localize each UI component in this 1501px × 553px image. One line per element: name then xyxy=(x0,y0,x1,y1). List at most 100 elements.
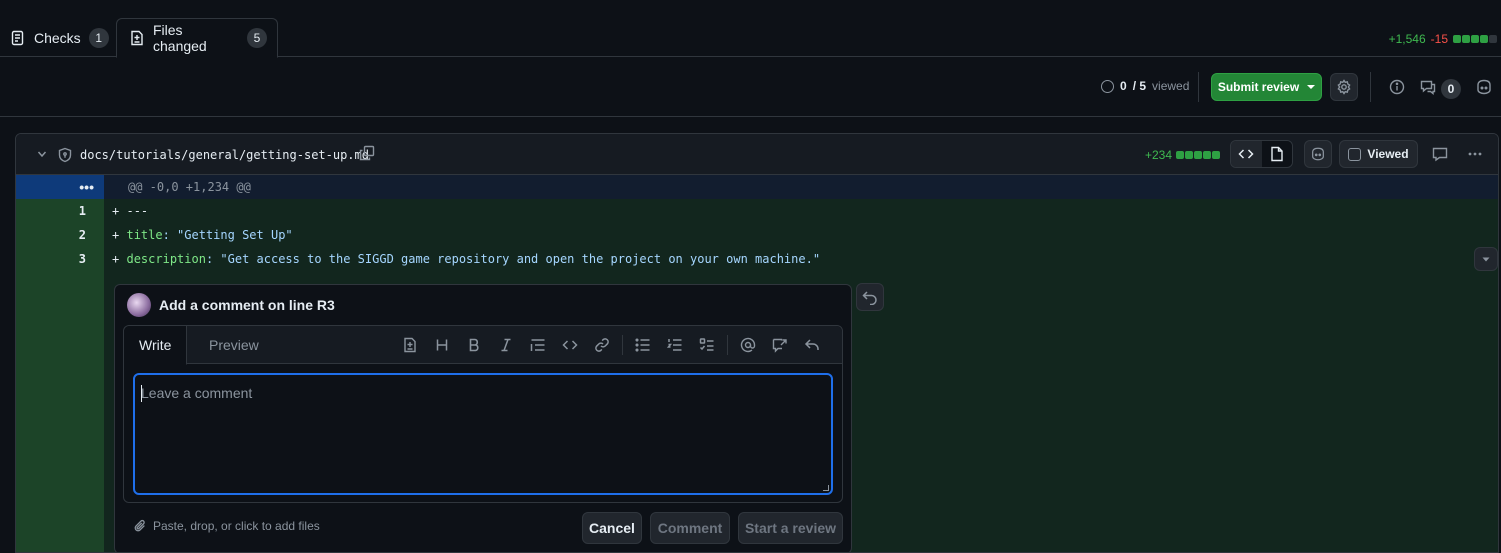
file-comment-button[interactable] xyxy=(1426,140,1454,168)
file-header: docs/tutorials/general/getting-set-up.md… xyxy=(16,134,1498,175)
collapse-file-button[interactable] xyxy=(28,140,56,168)
rich-view-button[interactable] xyxy=(1261,141,1292,167)
toolbar-divider xyxy=(727,335,728,355)
inline-comment-form: Add a comment on line R3 Write Preview L… xyxy=(114,284,852,552)
source-view-button[interactable] xyxy=(1231,141,1262,167)
code-icon[interactable] xyxy=(554,335,586,355)
paperclip-icon xyxy=(133,519,147,533)
progress-circle-icon xyxy=(1101,79,1114,93)
copilot-icon xyxy=(1310,146,1326,162)
files-toolbar: 0 / 5 viewed Submit review 0 xyxy=(0,57,1501,117)
editor-tabs: Write Preview xyxy=(124,326,842,365)
start-review-button[interactable]: Start a review xyxy=(738,512,843,544)
comment-placeholder: Leave a comment xyxy=(141,385,253,401)
copy-path-button[interactable] xyxy=(353,139,381,167)
line-sign: + xyxy=(112,204,120,218)
line-code: + --- xyxy=(112,204,148,218)
resize-handle[interactable] xyxy=(823,485,829,491)
yaml-key: title xyxy=(126,228,163,242)
line-number[interactable]: 3 xyxy=(16,247,104,271)
insert-file-icon[interactable] xyxy=(394,335,426,355)
chevron-down-icon xyxy=(36,148,48,160)
comment-icon xyxy=(1432,146,1448,162)
diff-line: 2 + title: "Getting Set Up" xyxy=(16,223,1498,247)
quote-icon[interactable] xyxy=(522,335,554,355)
tab-preview[interactable]: Preview xyxy=(194,326,274,364)
viewed-label: viewed xyxy=(1152,79,1190,93)
tab-files-changed[interactable]: Files changed 5 xyxy=(116,18,278,58)
file-icon xyxy=(1270,146,1284,162)
tab-files-changed-label: Files changed xyxy=(153,22,207,54)
file-menu-button[interactable] xyxy=(1461,140,1489,168)
cross-reference-icon[interactable] xyxy=(764,335,796,355)
tab-checks[interactable]: Checks 1 xyxy=(0,18,119,58)
settings-button[interactable] xyxy=(1330,73,1358,101)
submit-review-button[interactable]: Submit review xyxy=(1211,73,1322,101)
italic-icon[interactable] xyxy=(490,335,522,355)
tab-write[interactable]: Write xyxy=(124,326,188,365)
unordered-list-icon[interactable] xyxy=(627,335,659,355)
mention-icon[interactable] xyxy=(732,335,764,355)
line-sign: + xyxy=(112,252,120,266)
expand-hunk-button[interactable]: ••• xyxy=(16,175,104,199)
deletions-count: -15 xyxy=(1430,32,1448,46)
comment-textarea[interactable]: Leave a comment xyxy=(133,373,833,495)
diff-line: 1 + --- xyxy=(16,199,1498,223)
pr-tab-bar: Checks 1 Files changed 5 +1,546 -15 xyxy=(0,0,1501,58)
undo-icon xyxy=(862,289,878,305)
cancel-button[interactable]: Cancel xyxy=(582,512,642,544)
undo-comment-button[interactable] xyxy=(856,283,884,311)
copilot-button[interactable] xyxy=(1470,73,1498,101)
line-code: + title: "Getting Set Up" xyxy=(112,228,293,242)
line-number[interactable]: 1 xyxy=(16,199,104,223)
pr-diffstat: +1,546 -15 xyxy=(1389,32,1497,46)
line-text: --- xyxy=(126,204,149,218)
comments-count: 0 xyxy=(1441,79,1461,99)
copy-icon xyxy=(359,145,375,161)
mark-viewed-button[interactable]: Viewed xyxy=(1339,140,1418,168)
comment-editor: Write Preview Leave a comment xyxy=(123,325,843,503)
line-number[interactable]: 2 xyxy=(16,223,104,247)
comment-button[interactable]: Comment xyxy=(650,512,730,544)
viewed-button-label: Viewed xyxy=(1367,147,1409,161)
diffstat-blocks xyxy=(1453,35,1497,43)
file-path[interactable]: docs/tutorials/general/getting-set-up.md xyxy=(80,148,369,162)
comment-discussion-icon xyxy=(1420,79,1436,95)
diff-line: 3 + description: "Get access to the SIGG… xyxy=(16,247,1498,271)
tab-checks-count: 1 xyxy=(88,28,109,48)
copilot-file-button[interactable] xyxy=(1304,140,1332,168)
file-diff-panel: docs/tutorials/general/getting-set-up.md… xyxy=(15,133,1499,553)
tasklist-icon[interactable] xyxy=(691,335,723,355)
ordered-list-icon[interactable] xyxy=(659,335,691,355)
viewed-progress: 0 / 5 viewed xyxy=(1101,79,1189,93)
info-icon xyxy=(1389,79,1405,95)
link-icon[interactable] xyxy=(586,335,618,355)
reply-icon[interactable] xyxy=(796,335,828,355)
yaml-key: description xyxy=(126,252,206,266)
bold-icon[interactable] xyxy=(458,335,490,355)
attach-files[interactable]: Paste, drop, or click to add files xyxy=(133,519,320,533)
yaml-value: : "Get access to the SIGGD game reposito… xyxy=(205,252,821,266)
toolbar-divider xyxy=(622,335,623,355)
hunk-header-row: ••• @@ -0,0 +1,234 @@ xyxy=(16,175,1498,199)
line-code: + description: "Get access to the SIGGD … xyxy=(112,252,820,266)
tab-checks-label: Checks xyxy=(34,30,81,46)
submit-review-label: Submit review xyxy=(1217,80,1300,94)
kebab-horizontal-icon xyxy=(1467,146,1483,162)
comment-form-header: Add a comment on line R3 xyxy=(127,293,335,317)
view-mode-toggle xyxy=(1230,140,1293,168)
chevron-down-icon xyxy=(1307,85,1316,89)
additions-count: +1,546 xyxy=(1388,32,1426,46)
file-diff-icon xyxy=(129,30,145,46)
comments-button[interactable] xyxy=(1414,73,1442,101)
divider xyxy=(1198,72,1199,102)
info-button[interactable] xyxy=(1383,73,1411,101)
code-icon xyxy=(1238,146,1254,162)
line-sign: + xyxy=(112,228,120,242)
divider xyxy=(1370,72,1371,102)
viewed-checkbox[interactable] xyxy=(1348,147,1362,161)
gear-icon xyxy=(1336,79,1352,95)
avatar xyxy=(127,293,151,317)
heading-icon[interactable] xyxy=(426,335,458,355)
line-menu-button[interactable] xyxy=(1474,247,1498,271)
